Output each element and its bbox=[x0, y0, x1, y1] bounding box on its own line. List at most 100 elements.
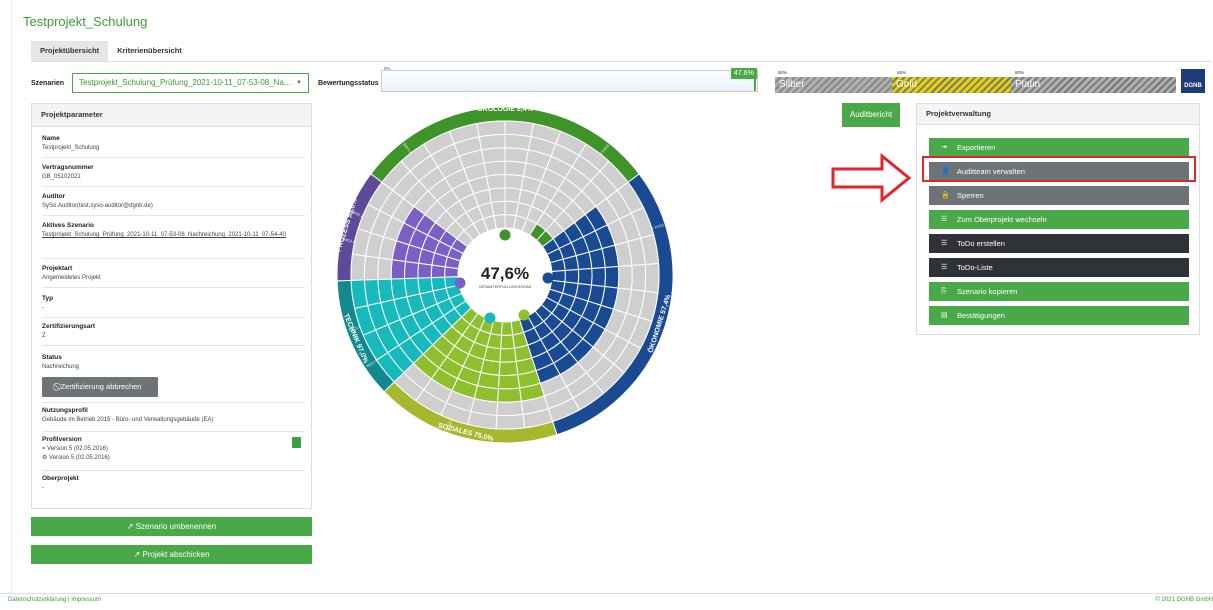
project-management-panel: Projektverwaltung ⇥ Exportieren 👤 Auditt… bbox=[916, 103, 1200, 335]
sector-cell bbox=[564, 268, 580, 285]
overall-fulfillment-label: GESAMTERFÜLLUNGSGRAD bbox=[479, 285, 532, 289]
people-icon bbox=[518, 309, 530, 321]
tab-bar: Projektübersicht Kriterienübersicht bbox=[31, 41, 191, 61]
sector-cell bbox=[404, 260, 420, 280]
create-todo-label: ToDo erstellen bbox=[957, 239, 1005, 248]
sector-cell bbox=[495, 413, 526, 430]
field-value: Gebäude im Betrieb 2015 - Büro- und Verw… bbox=[42, 417, 214, 423]
sector-cell bbox=[485, 173, 506, 190]
sector-cell bbox=[377, 257, 393, 280]
rating-label: Bewertungsstatus bbox=[318, 80, 379, 87]
field-label: Name bbox=[42, 135, 60, 142]
sector-cell bbox=[630, 263, 647, 292]
rating-progress-bar: 0% 47.6% bbox=[381, 66, 758, 92]
tier-platin: Platin bbox=[1011, 77, 1176, 93]
field-label: Nutzungsprofil bbox=[42, 407, 88, 414]
submit-project-label: Projekt abschicken bbox=[142, 550, 210, 559]
cancel-certification-button[interactable]: ⃠ Zertifizierung abbrechen bbox=[42, 377, 158, 397]
field-label: Status bbox=[42, 354, 62, 361]
submit-project-button[interactable]: ↗ Projekt abschicken bbox=[31, 545, 312, 564]
footer-divider bbox=[0, 593, 1213, 594]
field-label: Typ bbox=[42, 295, 54, 302]
tier-threshold-silber: 50% bbox=[778, 70, 788, 75]
project-parameters-panel: Projektparameter Name Testprojekt_Schulu… bbox=[31, 103, 312, 509]
copy-scenario-button[interactable]: ⎘ Szenario kopieren bbox=[929, 282, 1189, 301]
divider bbox=[31, 61, 1211, 62]
sector-cell bbox=[417, 262, 433, 279]
field-label: Aktives Szenario bbox=[42, 222, 95, 229]
lock-button[interactable]: 🔒 Sperren bbox=[929, 186, 1189, 205]
field-value: Z bbox=[42, 333, 46, 339]
sector-cell bbox=[497, 387, 522, 403]
sector-cell bbox=[493, 214, 506, 230]
parent-project-label: Zum Oberprojekt wechseln bbox=[957, 215, 1047, 224]
list-icon: ☰ bbox=[941, 216, 948, 223]
parent-project-button[interactable]: ☰ Zum Oberprojekt wechseln bbox=[929, 210, 1189, 229]
sector-cell bbox=[504, 160, 527, 177]
copy-scenario-label: Szenario kopieren bbox=[957, 287, 1018, 296]
tab-projektuebersicht[interactable]: Projektübersicht bbox=[31, 41, 109, 61]
share-icon: ↗ bbox=[126, 522, 136, 531]
field-label: Zertifizierungsart bbox=[42, 323, 96, 330]
tier-threshold-platin: 80% bbox=[1015, 70, 1025, 75]
document-icon: ▤ bbox=[941, 312, 948, 319]
field-nutzungsprofil: Nutzungsprofil Gebäude im Betrieb 2015 -… bbox=[42, 407, 305, 432]
field-zertifizierungsart: Zertifizierungsart Z bbox=[42, 323, 305, 346]
export-icon: ⇥ bbox=[941, 144, 947, 151]
scenario-label: Szenarien bbox=[31, 80, 65, 87]
sector-cell bbox=[478, 133, 506, 151]
create-todo-button[interactable]: ☰ ToDo erstellen bbox=[929, 234, 1189, 253]
footer-links[interactable]: Datenschutzerklärung | Impressum bbox=[8, 597, 101, 603]
field-label: Vertragsnummer bbox=[42, 164, 94, 171]
footer-copyright: © 2021 DGNB GmbH bbox=[1155, 597, 1213, 603]
field-vertragsnummer: Vertragsnummer GB_05102021 bbox=[42, 164, 305, 187]
left-border bbox=[11, 0, 12, 593]
rating-progress-badge: 47.6% bbox=[731, 68, 757, 79]
field-label: Profilversion bbox=[42, 436, 82, 443]
scale-start-label: 0% bbox=[384, 66, 391, 71]
wrench-icon bbox=[484, 312, 496, 324]
sector-cell bbox=[430, 276, 447, 292]
field-value: Testprojekt_Schulung bbox=[42, 145, 100, 151]
audit-report-button[interactable]: Auditbericht bbox=[842, 103, 900, 127]
sector-cell bbox=[496, 400, 524, 417]
profilversion-row-1: = Version 5 (02.05.2016) bbox=[42, 445, 305, 454]
active-scenario-link[interactable]: Testprojekt_Schulung_Prüfung_2021-10-11_… bbox=[42, 231, 305, 240]
confirmations-label: Bestätigungen bbox=[957, 311, 1005, 320]
dgnb-logo: DGNB bbox=[1181, 69, 1205, 93]
field-value: GB_05102021 bbox=[42, 174, 81, 180]
sector-cell bbox=[504, 147, 529, 164]
tier-threshold-gold: 65% bbox=[897, 70, 907, 75]
sector-cell bbox=[577, 267, 593, 286]
leaf-icon bbox=[499, 229, 511, 241]
sector-cell bbox=[504, 133, 532, 151]
field-name: Name Testprojekt_Schulung bbox=[42, 135, 305, 158]
profilversion-value-1: Version 5 (02.05.2016) bbox=[47, 446, 108, 452]
export-label: Exportieren bbox=[957, 143, 996, 152]
trash-icon[interactable] bbox=[292, 437, 301, 448]
panel-header: Projektverwaltung bbox=[917, 104, 1199, 125]
profilversion-values: = Version 5 (02.05.2016) ⚙ Version 5 (02… bbox=[42, 445, 305, 462]
sector-cell bbox=[497, 374, 521, 390]
sector-cell bbox=[404, 277, 421, 298]
rename-scenario-label: Szenario umbenennen bbox=[135, 522, 217, 531]
confirmations-button[interactable]: ▤ Bestätigungen bbox=[929, 306, 1189, 325]
tab-kriterienuebersicht[interactable]: Kriterienübersicht bbox=[108, 41, 191, 61]
export-button[interactable]: ⇥ Exportieren bbox=[929, 138, 1189, 157]
sector-cell bbox=[390, 259, 406, 280]
todo-list-button[interactable]: ☰ ToDo-Liste bbox=[929, 258, 1189, 277]
scenario-select[interactable]: Testprojekt_Schulung_Prüfung_2021-10-11_… bbox=[72, 73, 309, 93]
lock-icon: 🔒 bbox=[941, 192, 950, 199]
arrow-right-icon bbox=[831, 152, 912, 204]
sector-cell bbox=[504, 120, 534, 138]
rename-scenario-button[interactable]: ↗ Szenario umbenennen bbox=[31, 517, 312, 536]
sector-label: ÖKOLOGIE 8,4% bbox=[477, 104, 533, 113]
sector-cell bbox=[504, 173, 525, 190]
scenario-value: Testprojekt_Schulung_Prüfung_2021-10-11_… bbox=[79, 78, 291, 87]
field-value: - bbox=[42, 305, 44, 311]
field-label: Projektart bbox=[42, 265, 73, 272]
sector-cell bbox=[417, 277, 434, 295]
sector-cell bbox=[490, 200, 506, 217]
field-value: Angemeldetes Projekt bbox=[42, 275, 101, 281]
sector-cell bbox=[476, 120, 506, 138]
